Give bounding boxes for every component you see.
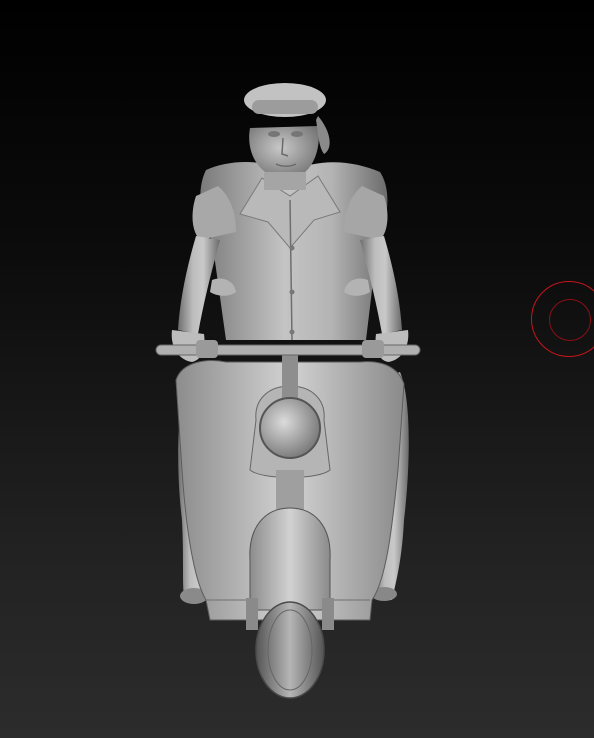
- headlamp-icon: [259, 397, 321, 459]
- scooter-front-wheel: [246, 507, 334, 699]
- brush-cursor-inner-ring: [549, 299, 591, 341]
- sculpt-model[interactable]: [0, 0, 594, 738]
- sculpt-viewport[interactable]: [0, 0, 594, 738]
